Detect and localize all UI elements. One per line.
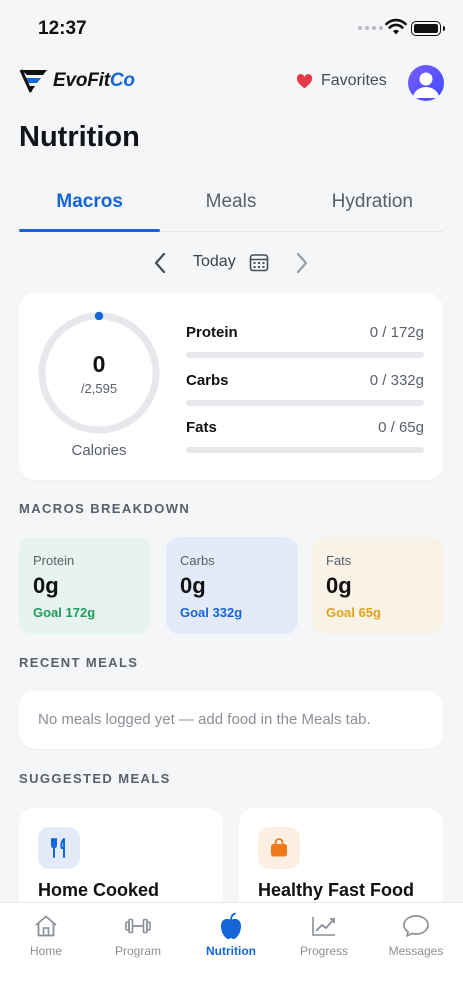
calories-card: 0 /2,595 Calories Protein 0 / 172g Carbs… xyxy=(19,293,443,480)
recent-meals-card: No meals logged yet — add food in the Me… xyxy=(19,691,443,749)
status-bar: 12:37 xyxy=(0,0,463,58)
suggest-icon-box xyxy=(258,827,300,869)
calories-progress-dot xyxy=(94,311,104,321)
macro-name: Fats xyxy=(186,419,217,436)
nav-label: Nutrition xyxy=(206,944,256,958)
apple-icon xyxy=(221,912,241,939)
section-label-macros-breakdown: MACROS BREAKDOWN xyxy=(19,501,191,516)
bag-icon xyxy=(271,838,287,857)
fork-knife-icon xyxy=(51,838,65,858)
status-time: 12:37 xyxy=(38,18,87,39)
suggested-meal-title: Home Cooked xyxy=(38,880,160,900)
macro-value: 0 / 65g xyxy=(378,419,424,436)
tile-goal: Goal 332g xyxy=(180,605,243,620)
section-label-recent-meals: RECENT MEALS xyxy=(19,655,139,670)
user-icon xyxy=(413,72,439,98)
nutrition-screen: 12:37 EvoFitCo Favorites Nutrition Macro… xyxy=(0,0,463,1000)
calendar-icon[interactable] xyxy=(249,252,269,272)
tile-goal: Goal 65g xyxy=(326,605,381,620)
nav-label: Home xyxy=(29,944,62,958)
calories-goal: /2,595 xyxy=(80,381,118,396)
macro-progress-bar xyxy=(186,400,424,406)
macro-value: 0 / 332g xyxy=(369,372,424,389)
calories-label: Calories xyxy=(71,442,127,459)
tile-name: Carbs xyxy=(180,553,215,568)
date-navigator: Today xyxy=(0,248,463,278)
bottom-nav: Home Program Nutrition Progress Messages xyxy=(0,902,463,1000)
macro-row-carbs: Carbs 0 / 332g xyxy=(186,372,424,406)
recent-meals-empty-text: No meals logged yet — add food in the Me… xyxy=(38,711,371,728)
brand-logo[interactable]: EvoFitCo xyxy=(19,68,135,94)
tile-value: 0g xyxy=(326,573,352,598)
nav-item-nutrition[interactable]: Nutrition xyxy=(185,911,277,971)
tile-value: 0g xyxy=(33,573,59,598)
tile-goal: Goal 172g xyxy=(33,605,96,620)
tab-hydration[interactable]: Hydration xyxy=(302,184,443,231)
evofit-logo-icon xyxy=(19,69,47,93)
favorites-label: Favorites xyxy=(321,72,387,89)
tab-macros[interactable]: Macros xyxy=(19,184,161,232)
nav-item-program[interactable]: Program xyxy=(92,911,184,971)
nav-label: Progress xyxy=(299,944,349,958)
nutrition-tabs: Macros Meals Hydration xyxy=(19,184,443,232)
tile-name: Protein xyxy=(33,553,75,568)
suggested-meal-title: Healthy Fast Food xyxy=(258,880,415,900)
section-label-suggested-meals: SUGGESTED MEALS xyxy=(19,771,171,786)
macro-name: Carbs xyxy=(186,372,229,389)
nav-label: Messages xyxy=(388,944,444,958)
nav-item-home[interactable]: Home xyxy=(0,911,92,971)
macro-name: Protein xyxy=(186,324,238,341)
signal-dots-icon xyxy=(358,26,383,30)
suggest-icon-box xyxy=(38,827,80,869)
favorites-button[interactable]: Favorites xyxy=(296,72,387,90)
dumbbell-icon xyxy=(125,918,151,934)
macro-progress-bar xyxy=(186,447,424,453)
macro-tile-fats[interactable]: Fats 0g Goal 65g xyxy=(312,537,444,634)
date-label[interactable]: Today xyxy=(193,253,236,271)
tile-name: Fats xyxy=(326,553,352,568)
macro-progress-bar xyxy=(186,352,424,358)
tile-value: 0g xyxy=(180,573,206,598)
chat-icon xyxy=(403,915,429,937)
calories-value: 0 xyxy=(92,351,106,377)
macro-value: 0 / 172g xyxy=(369,324,424,341)
heart-icon xyxy=(296,73,313,88)
chart-icon xyxy=(312,917,335,936)
macro-row-fats: Fats 0 / 65g xyxy=(186,419,424,453)
macro-tile-carbs[interactable]: Carbs 0g Goal 332g xyxy=(166,537,298,634)
nav-item-messages[interactable]: Messages xyxy=(370,911,462,971)
macro-row-protein: Protein 0 / 172g xyxy=(186,324,424,358)
battery-icon xyxy=(411,21,445,36)
nav-item-progress[interactable]: Progress xyxy=(278,911,370,971)
avatar[interactable] xyxy=(408,65,444,101)
page-title: Nutrition xyxy=(19,121,140,153)
chevron-left-icon[interactable] xyxy=(150,251,170,275)
macro-tile-protein[interactable]: Protein 0g Goal 172g xyxy=(19,537,151,634)
brand-name: EvoFitCo xyxy=(53,70,135,91)
nav-label: Program xyxy=(114,944,161,958)
home-icon xyxy=(35,915,57,937)
wifi-icon xyxy=(385,18,407,35)
tab-meals[interactable]: Meals xyxy=(160,184,301,231)
chevron-right-icon[interactable] xyxy=(292,251,312,275)
